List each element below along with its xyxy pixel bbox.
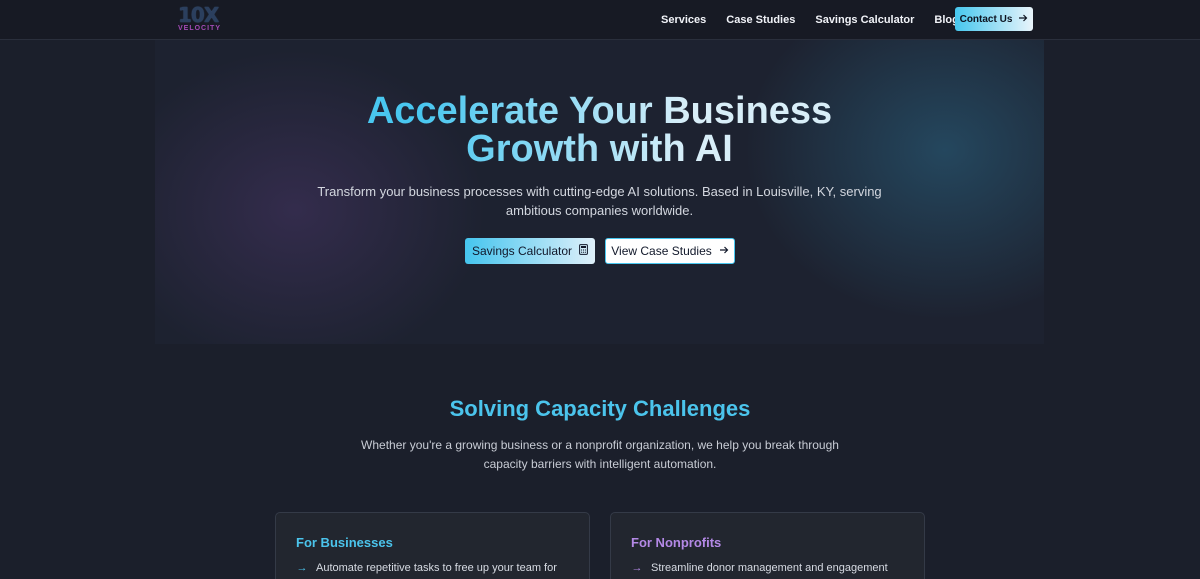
list-item-text: Automate repetitive tasks to free up you… [316,562,557,574]
view-case-studies-label: View Case Studies [611,244,712,258]
logo-wordmark: VELOCITY [178,25,222,32]
contact-us-label: Contact Us [959,13,1013,25]
hero-subtitle: Transform your business processes with c… [315,182,884,220]
savings-calculator-button[interactable]: Savings Calculator [465,238,595,264]
hero-title-line-1: Accelerate Your Business [366,90,833,132]
hero-title-line-2: Growth with AI [466,128,733,170]
main-nav: Services Case Studies Savings Calculator… [661,0,979,40]
hero-subtitle-line-1: Transform your business processes with c… [317,184,882,199]
view-case-studies-button[interactable]: View Case Studies [605,238,735,264]
arrow-right-icon: → [296,562,308,574]
nav-link-services[interactable]: Services [661,14,706,26]
savings-calculator-label: Savings Calculator [471,244,573,258]
arrow-right-icon [1018,13,1028,26]
businesses-card-title: For Businesses [296,535,393,550]
logo-mark: 10X [178,3,219,27]
nonprofits-card-title: For Nonprofits [631,535,722,550]
calculator-icon [579,244,588,258]
capacity-subtitle-line-1: Whether you're a growing business or a n… [361,438,839,452]
capacity-section-subtitle: Whether you're a growing business or a n… [355,436,845,474]
businesses-card: For Businesses → Automate repetitive tas… [275,512,590,579]
hero-title: Accelerate Your Business Growth with AI [155,92,1044,168]
arrow-right-icon: → [631,562,643,574]
arrow-right-icon [719,244,729,258]
list-item: → Automate repetitive tasks to free up y… [296,562,557,574]
nonprofits-card: For Nonprofits → Streamline donor manage… [610,512,925,579]
hero-section: Accelerate Your Business Growth with AI … [155,40,1044,344]
logo[interactable]: 10X VELOCITY [176,3,228,35]
capacity-section-title: Solving Capacity Challenges [449,396,751,421]
top-navbar: 10X VELOCITY Services Case Studies Savin… [0,0,1200,40]
contact-us-button[interactable]: Contact Us [955,7,1033,31]
nav-link-case-studies[interactable]: Case Studies [726,14,795,26]
nav-link-savings-calculator[interactable]: Savings Calculator [815,14,914,26]
list-item: → Streamline donor management and engage… [631,562,888,574]
list-item-text: Streamline donor management and engageme… [651,562,888,574]
capacity-subtitle-line-2: capacity barriers with intelligent autom… [483,457,717,471]
hero-subtitle-line-2: ambitious companies worldwide. [505,203,694,218]
